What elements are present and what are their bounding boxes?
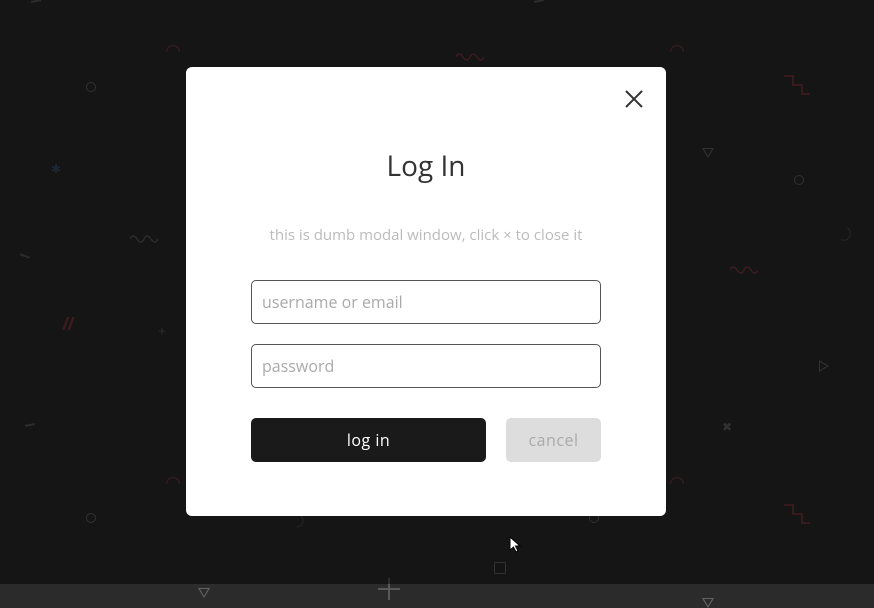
login-button[interactable]: log in <box>251 418 486 462</box>
username-input[interactable] <box>251 280 601 324</box>
button-row: log in cancel <box>251 418 601 462</box>
password-input[interactable] <box>251 344 601 388</box>
close-icon <box>625 90 643 108</box>
deco-triangle <box>702 598 714 608</box>
modal-body: Log In this is dumb modal window, click … <box>186 67 666 502</box>
modal-subtitle: this is dumb modal window, click × to cl… <box>236 225 616 245</box>
close-button[interactable] <box>622 87 646 111</box>
login-modal: Log In this is dumb modal window, click … <box>186 67 666 516</box>
cancel-button[interactable]: cancel <box>506 418 601 462</box>
modal-title: Log In <box>236 147 616 185</box>
deco-triangle <box>198 588 210 598</box>
cursor-icon <box>509 536 523 554</box>
